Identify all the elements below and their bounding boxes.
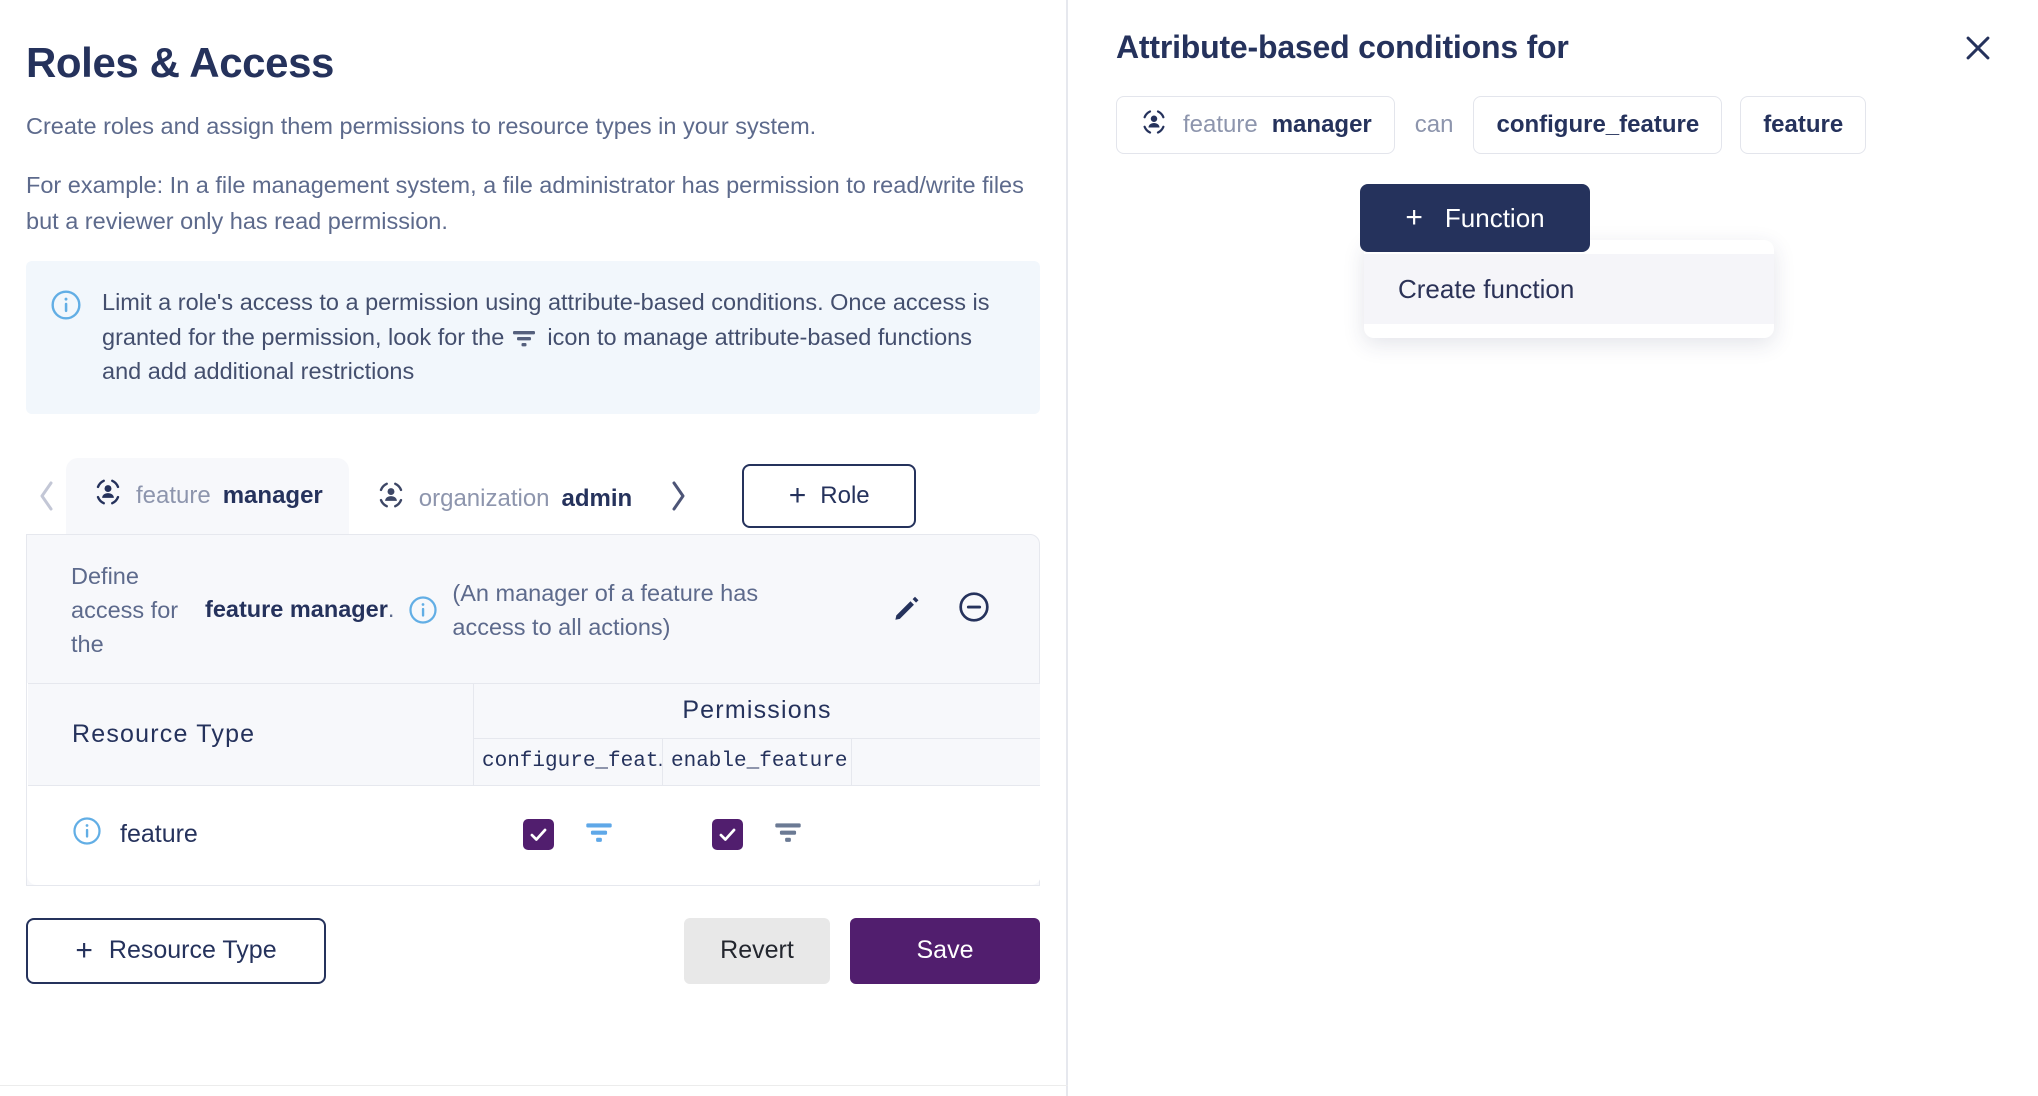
page-title: Roles & Access — [26, 39, 335, 86]
permissions-table-body: feature — [28, 784, 1040, 884]
close-icon[interactable] — [1958, 28, 1998, 68]
add-role-button[interactable]: + Role — [742, 463, 917, 528]
tab-prev-button[interactable] — [26, 458, 66, 534]
plus-icon: + — [1405, 201, 1423, 234]
menu-item-create-function[interactable]: Create function — [1364, 254, 1774, 324]
table-header-row-1: Resource Type Permissions — [28, 682, 1040, 786]
plus-icon: + — [75, 933, 93, 967]
tab-resource-label: organization — [418, 484, 550, 512]
chip-role-resource: feature — [1183, 111, 1258, 138]
filter-icon[interactable] — [773, 819, 803, 850]
cell-permission-configure-feature — [473, 784, 663, 884]
filter-icon[interactable] — [584, 819, 614, 850]
tab-resource-label: feature — [136, 481, 211, 509]
tab-next-button[interactable] — [658, 458, 698, 534]
footer-divider — [0, 1085, 1068, 1086]
filter-icon — [511, 324, 537, 346]
define-access-label: Define access for the — [71, 559, 183, 661]
define-role-description: (An manager of a feature has access to a… — [452, 579, 759, 640]
th-resource-type: Resource Type — [28, 682, 474, 786]
info-banner: Limit a role's access to a permission us… — [26, 261, 1040, 414]
add-function-label: Function — [1444, 202, 1545, 233]
th-permission-extra — [851, 737, 1040, 786]
table-row: feature — [28, 784, 1040, 884]
role-user-icon — [92, 476, 124, 515]
chip-action-label: configure_feature — [1496, 111, 1700, 138]
panel-title: Attribute-based conditions for — [1116, 29, 1569, 65]
cell-permission-extra — [851, 784, 1040, 884]
chip-role[interactable]: feature manager — [1116, 96, 1395, 154]
cell-permission-enable-feature — [662, 784, 852, 884]
define-role-name: feature manager. — [205, 596, 394, 623]
define-label-line-1: Define — [71, 562, 139, 589]
chip-action[interactable]: configure_feature — [1473, 96, 1723, 154]
info-banner-text: Limit a role's access to a permission us… — [102, 285, 992, 387]
chip-role-name: manager — [1271, 111, 1372, 138]
info-circle-icon[interactable] — [408, 595, 438, 625]
th-permission-enable-feature: enable_feature — [662, 737, 852, 786]
add-resource-type-button[interactable]: + Resource Type — [26, 917, 326, 984]
define-role-name-text: feature manager — [205, 596, 388, 623]
tab-organization-admin[interactable]: organization admin — [349, 464, 658, 534]
tab-role-label: manager — [222, 481, 323, 509]
define-access-header: Define access for the feature manager. (… — [27, 535, 1039, 683]
revert-button[interactable]: Revert — [684, 917, 830, 984]
define-access-actions — [891, 590, 1009, 629]
app-root: Roles & Access Create roles and assign t… — [0, 0, 2038, 1096]
add-resource-type-label: Resource Type — [108, 936, 277, 965]
page-subtitle-2: For example: In a file management system… — [26, 171, 1024, 235]
minus-circle-icon[interactable] — [957, 590, 991, 629]
tab-feature-manager[interactable]: feature manager — [66, 457, 349, 534]
th-permission-configure-feature: configure_feat… — [473, 737, 663, 786]
chip-connector: can — [1414, 111, 1454, 138]
chip-resource[interactable]: feature — [1740, 96, 1867, 154]
attribute-conditions-panel: Attribute-based conditions for feature m… — [1070, 0, 2038, 1096]
add-function-button[interactable]: + Function — [1360, 184, 1590, 252]
info-circle-icon[interactable] — [72, 816, 102, 853]
save-button[interactable]: Save — [850, 917, 1040, 984]
permissions-table-head: Resource Type Permissions configure_feat… — [28, 682, 1040, 786]
add-role-label: Role — [820, 481, 870, 509]
define-label-line-3: the — [71, 630, 104, 657]
th-permissions: Permissions — [473, 682, 1040, 739]
tab-role-label: admin — [561, 484, 633, 512]
page-subtitle-1: Create roles and assign them permissions… — [26, 113, 817, 140]
define-label-line-2: access for — [71, 596, 179, 623]
condition-chips: feature manager can configure_feature fe… — [1070, 68, 2038, 154]
permission-checkbox-enable-feature[interactable] — [711, 819, 743, 851]
role-user-icon — [375, 479, 407, 518]
define-role-name-suffix: . — [387, 596, 395, 623]
info-circle-icon — [50, 289, 82, 321]
define-access-card: Define access for the feature manager. (… — [26, 533, 1041, 886]
cell-resource-type: feature — [28, 784, 474, 884]
panel-header: Attribute-based conditions for — [1070, 0, 2038, 68]
roles-access-panel: Roles & Access Create roles and assign t… — [0, 0, 1068, 1096]
function-area: + Function Create function — [1360, 184, 1780, 338]
role-user-icon — [1139, 107, 1169, 144]
plus-icon: + — [788, 478, 807, 512]
chip-resource-label: feature — [1763, 111, 1844, 138]
form-actions: + Resource Type Revert Save — [26, 917, 1040, 984]
permission-checkbox-configure-feature[interactable] — [522, 819, 554, 851]
role-tabs: feature manager organization admin + Rol… — [26, 457, 1040, 534]
permissions-table: Resource Type Permissions configure_feat… — [27, 682, 1041, 885]
resource-type-name: feature — [120, 820, 198, 849]
pencil-icon[interactable] — [891, 591, 923, 628]
function-dropdown-menu: Create function — [1364, 240, 1774, 338]
